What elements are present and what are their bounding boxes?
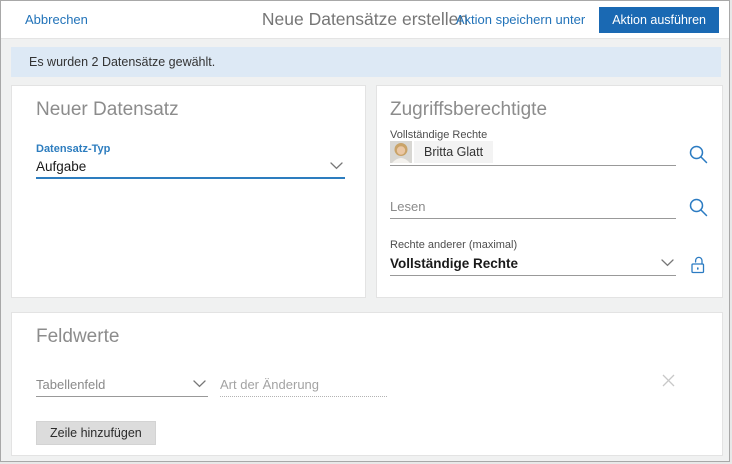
read-rights-placeholder: Lesen <box>390 199 425 214</box>
topbar: Abbrechen Neue Datensätze erstellen Akti… <box>1 1 729 39</box>
search-icon[interactable] <box>687 145 709 166</box>
close-icon[interactable] <box>661 373 676 397</box>
field-values-panel: Feldwerte Tabellenfeld Zeile hinzufügen <box>11 312 723 456</box>
record-type-value: Aufgabe <box>36 159 328 174</box>
table-field-placeholder: Tabellenfeld <box>36 377 105 392</box>
record-type-label: Datensatz-Typ <box>36 143 345 155</box>
cancel-button[interactable]: Abbrechen <box>25 12 88 27</box>
save-action-button[interactable]: Aktion speichern unter <box>456 12 585 27</box>
user-chip-name: Britta Glatt <box>414 141 493 163</box>
others-rights-label: Rechte anderer (maximal) <box>390 239 709 251</box>
full-rights-label: Vollständige Rechte <box>390 129 709 141</box>
topbar-actions: Aktion speichern unter Aktion ausführen <box>456 7 719 33</box>
new-record-panel-title: Neuer Datensatz <box>27 99 345 121</box>
bulk-action-dialog: Abbrechen Neue Datensätze erstellen Akti… <box>0 0 730 462</box>
new-record-panel: Neuer Datensatz Datensatz-Typ Aufgabe <box>11 85 366 298</box>
access-rights-panel-title: Zugriffsberechtigte <box>390 99 709 121</box>
change-type-input[interactable] <box>220 373 387 397</box>
record-type-select[interactable]: Aufgabe <box>36 155 345 179</box>
table-field-select[interactable]: Tabellenfeld <box>36 372 208 397</box>
full-rights-field[interactable]: Britta Glatt <box>390 141 676 166</box>
field-value-row: Tabellenfeld <box>36 372 689 397</box>
selection-notice-text: Es wurden 2 Datensätze gewählt. <box>29 55 215 69</box>
others-rights-value: Vollständige Rechte <box>390 256 659 271</box>
read-rights-field[interactable]: Lesen <box>390 194 676 219</box>
chevron-down-icon <box>191 380 208 388</box>
add-row-button[interactable]: Zeile hinzufügen <box>36 421 156 445</box>
selection-notice: Es wurden 2 Datensätze gewählt. <box>11 47 721 77</box>
chevron-down-icon <box>328 162 345 170</box>
unlock-icon[interactable] <box>687 256 709 276</box>
user-chip[interactable]: Britta Glatt <box>390 141 676 165</box>
access-rights-panel: Zugriffsberechtigte Vollständige Rechte <box>376 85 723 298</box>
chevron-down-icon <box>659 259 676 267</box>
field-values-panel-title: Feldwerte <box>27 326 702 348</box>
search-icon[interactable] <box>687 198 709 219</box>
run-action-button[interactable]: Aktion ausführen <box>599 7 719 33</box>
avatar <box>390 141 412 163</box>
others-rights-select[interactable]: Vollständige Rechte <box>390 251 676 276</box>
